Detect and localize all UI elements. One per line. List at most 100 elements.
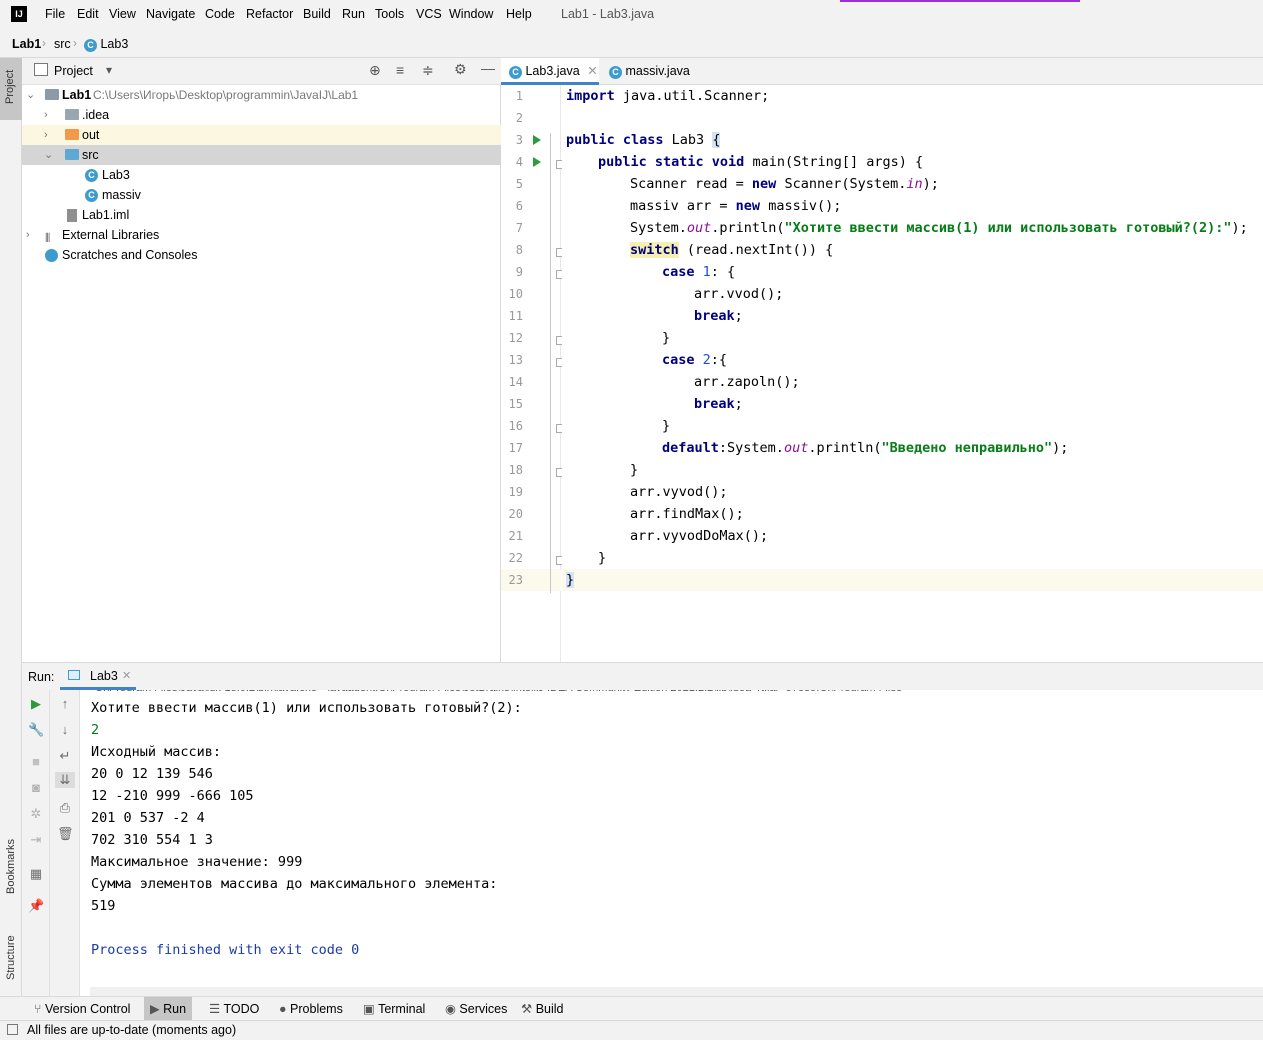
tab-run[interactable]: ▶ Run — [144, 997, 193, 1021]
horizontal-scrollbar[interactable] — [90, 987, 1263, 996]
tree-item-src[interactable]: ⌄ src — [22, 145, 501, 165]
tab-massiv-java[interactable]: C massiv.java ✕ — [601, 58, 705, 105]
chevron-right-icon[interactable]: › — [26, 225, 30, 245]
camera-icon[interactable]: ◙ — [28, 780, 44, 796]
layout-icon[interactable]: ▦ — [28, 866, 44, 882]
intellij-logo-icon: IJ — [11, 6, 27, 22]
run-icon: ▶ — [150, 1002, 160, 1016]
tab-problems[interactable]: ● Problems — [273, 997, 349, 1021]
line-number: 1 — [515, 89, 523, 103]
arrow-up-icon[interactable]: ↑ — [57, 696, 73, 712]
menu-edit[interactable]: Edit — [77, 7, 99, 21]
tab-terminal[interactable]: ▣ Terminal — [357, 997, 431, 1021]
close-icon[interactable]: ✕ — [587, 64, 597, 78]
current-line-highlight — [562, 569, 1263, 591]
status-toggle-icon[interactable] — [7, 1024, 18, 1035]
run-toolbar-secondary: ↑ ↓ ↵ ⇊ ⎙ 🗑 — [50, 690, 80, 996]
tree-item-massiv[interactable]: C massiv — [22, 185, 501, 205]
editor-gutter[interactable]: 1 2 3 4 5 6 7 8 9 10 11 12 13 14 15 16 1… — [501, 85, 565, 662]
chevron-right-icon: › — [42, 36, 46, 50]
project-tool-tab[interactable]: Project — [0, 58, 22, 120]
menu-navigate[interactable]: Navigate — [146, 7, 195, 21]
menu-window[interactable]: Window — [449, 7, 493, 21]
bookmarks-tool-tab[interactable]: Bookmarks — [0, 828, 22, 903]
close-icon[interactable]: ✕ — [122, 669, 131, 682]
print-icon[interactable]: ⎙ — [57, 800, 73, 816]
console-line: 519 — [91, 898, 116, 914]
stop-icon[interactable]: ■ — [28, 754, 44, 770]
menu-tools[interactable]: Tools — [375, 7, 404, 21]
code-line-17: default:System.out.println("Введено непр… — [662, 440, 1069, 456]
tree-item-lab3[interactable]: C Lab3 — [22, 165, 501, 185]
code-editor[interactable]: import java.util.Scanner; public class L… — [562, 85, 1263, 662]
console-line: 201 0 537 -2 4 — [91, 810, 205, 826]
pin-icon[interactable]: 📌 — [28, 898, 44, 914]
trash-icon[interactable]: 🗑 — [57, 826, 74, 842]
exit-icon[interactable]: ⇥ — [28, 832, 44, 848]
tree-item-label: out — [82, 128, 100, 142]
breadcrumb-project[interactable]: Lab1 — [12, 37, 41, 51]
chevron-down-icon[interactable]: ⌄ — [26, 85, 35, 105]
tab-todo[interactable]: ☰ TODO — [203, 997, 265, 1021]
expand-all-icon[interactable]: ≡ — [396, 62, 404, 78]
chevron-right-icon[interactable]: › — [44, 105, 48, 125]
soft-wrap-icon[interactable]: ↵ — [57, 748, 73, 764]
tree-item-out[interactable]: › out — [22, 125, 501, 145]
menu-file[interactable]: File — [45, 7, 65, 21]
menu-code[interactable]: Code — [205, 7, 235, 21]
tab-label: Run — [163, 1002, 187, 1016]
tree-item-iml[interactable]: Lab1.iml — [22, 205, 501, 225]
run-class-icon[interactable] — [533, 135, 541, 145]
menu-vcs[interactable]: VCS — [416, 7, 442, 21]
editor-tabs: C Lab3.java ✕ C massiv.java ✕ — [501, 58, 1263, 105]
chevron-down-icon[interactable]: ▾ — [106, 63, 112, 77]
gear-icon[interactable]: ⚙ — [454, 61, 467, 78]
breadcrumb-file[interactable]: C Lab3 — [84, 37, 128, 52]
tree-item-idea[interactable]: › .idea — [22, 105, 501, 125]
tab-label: TODO — [223, 1002, 260, 1016]
tab-label: Lab3.java — [525, 64, 580, 78]
locate-icon[interactable]: ⊕ — [369, 62, 381, 79]
line-number: 13 — [508, 353, 523, 367]
breadcrumb-file-label: Lab3 — [100, 37, 129, 51]
line-number: 19 — [508, 485, 523, 499]
code-line-8: switch (read.nextInt()) { — [630, 242, 834, 258]
console-line: Исходный массив: — [91, 744, 222, 760]
structure-tool-tab-label: Structure — [5, 935, 17, 980]
rerun-icon[interactable]: ▶ — [28, 696, 44, 712]
collapse-all-icon[interactable]: ≑ — [422, 62, 434, 79]
run-tab-lab3[interactable]: Lab3 ✕ — [60, 663, 136, 690]
tab-lab3-java[interactable]: C Lab3.java ✕ — [501, 58, 599, 85]
line-number: 23 — [508, 573, 523, 587]
tree-item-label: src — [82, 148, 99, 162]
menu-run[interactable]: Run — [342, 7, 365, 21]
menu-help[interactable]: Help — [506, 7, 532, 21]
tab-version-control[interactable]: ⑂ Version Control — [28, 997, 136, 1021]
tree-item-lab1[interactable]: ⌄ Lab1 C:\Users\Игорь\Desktop\programmin… — [22, 85, 501, 105]
arrow-down-icon[interactable]: ↓ — [57, 722, 73, 738]
menu-build[interactable]: Build — [303, 7, 331, 21]
line-number: 17 — [508, 441, 523, 455]
project-panel-title[interactable]: Project — [54, 64, 93, 78]
menu-view[interactable]: View — [109, 7, 136, 21]
tree-item-label: Scratches and Consoles — [62, 248, 198, 262]
chevron-right-icon[interactable]: › — [44, 125, 48, 145]
line-number: 18 — [508, 463, 523, 477]
tree-item-scratches[interactable]: Scratches and Consoles — [22, 245, 501, 265]
chevron-down-icon[interactable]: ⌄ — [44, 145, 53, 165]
hide-panel-icon[interactable]: — — [481, 60, 495, 76]
run-console[interactable]: "C:\Program Files\Java\jdk-15.0.2\bin\ja… — [80, 690, 1263, 996]
menu-refactor[interactable]: Refactor — [246, 7, 293, 21]
breadcrumb-folder[interactable]: src — [54, 37, 71, 51]
structure-tool-tab[interactable]: Structure — [0, 920, 22, 990]
code-line-22: } — [598, 550, 607, 566]
branch-icon: ⑂ — [34, 1002, 42, 1016]
settings-icon[interactable]: ✲ — [28, 806, 44, 822]
run-main-icon[interactable] — [533, 157, 541, 167]
tab-build[interactable]: ⚒ Build — [515, 997, 570, 1021]
scroll-to-end-icon[interactable]: ⇊ — [55, 772, 75, 788]
tab-services[interactable]: ◉ Services — [439, 997, 513, 1021]
wrench-icon[interactable]: 🔧 — [28, 722, 44, 738]
tree-item-external-libraries[interactable]: › ⦀ External Libraries — [22, 225, 501, 245]
status-bar: All files are up-to-date (moments ago) — [0, 1020, 1263, 1040]
